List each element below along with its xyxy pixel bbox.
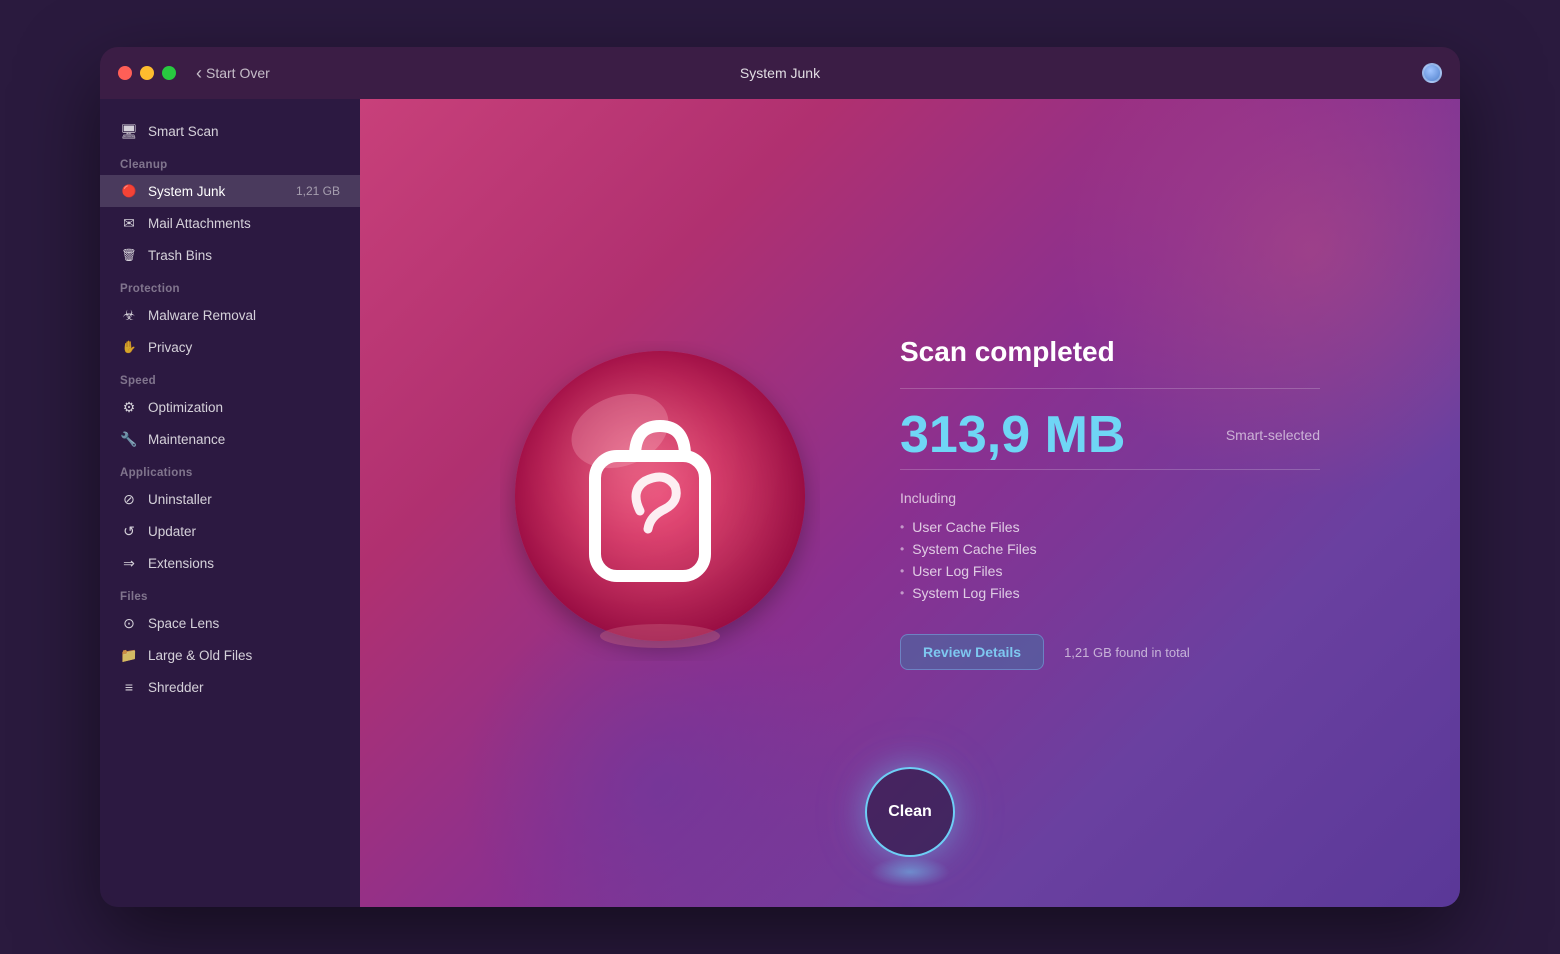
sidebar-item-privacy[interactable]: ✋ Privacy [100, 331, 360, 363]
sidebar-item-mail-attachments[interactable]: ✉ Mail Attachments [100, 207, 360, 239]
sidebar-item-maintenance[interactable]: 🔧 Maintenance [100, 423, 360, 455]
divider-1 [900, 388, 1320, 389]
sidebar-item-smart-scan[interactable]: 🖥 Smart Scan [100, 115, 360, 147]
sidebar-item-optimization[interactable]: ⚙ Optimization [100, 391, 360, 423]
sidebar-label-optimization: Optimization [148, 400, 223, 415]
smart-scan-icon: 🖥 [120, 122, 138, 140]
sidebar-item-uninstaller[interactable]: ⊘ Uninstaller [100, 483, 360, 515]
clean-button-wrap: Clean [865, 767, 955, 857]
content-area: 🖥 Smart Scan Cleanup 🔴 System Junk 1,21 … [100, 99, 1460, 907]
sidebar: 🖥 Smart Scan Cleanup 🔴 System Junk 1,21 … [100, 99, 360, 907]
app-icon-container [500, 341, 820, 666]
shredder-icon: ≡ [120, 678, 138, 696]
updater-icon: ↺ [120, 522, 138, 540]
sidebar-label-malware-removal: Malware Removal [148, 308, 256, 323]
sidebar-label-uninstaller: Uninstaller [148, 492, 212, 507]
section-files: Files [100, 579, 360, 607]
window-title: System Junk [740, 65, 820, 81]
sidebar-item-extensions[interactable]: ⇒ Extensions [100, 547, 360, 579]
system-junk-icon: 🔴 [120, 182, 138, 200]
sidebar-item-large-old-files[interactable]: 📁 Large & Old Files [100, 639, 360, 671]
sidebar-label-updater: Updater [148, 524, 196, 539]
main-layout: Scan completed 313,9 MB Smart-selected I… [360, 336, 1460, 670]
sidebar-label-privacy: Privacy [148, 340, 192, 355]
uninstaller-icon: ⊘ [120, 490, 138, 508]
space-lens-icon: ⊙ [120, 614, 138, 632]
size-value: 313,9 MB [900, 409, 1125, 461]
sidebar-label-mail-attachments: Mail Attachments [148, 216, 251, 231]
sidebar-label-large-old-files: Large & Old Files [148, 648, 252, 663]
sidebar-item-malware-removal[interactable]: ☣ Malware Removal [100, 299, 360, 331]
sidebar-label-extensions: Extensions [148, 556, 214, 571]
sidebar-item-trash-bins[interactable]: 🗑 Trash Bins [100, 239, 360, 271]
list-item: User Log Files [900, 560, 1320, 582]
clean-button-glow [870, 857, 950, 887]
back-button[interactable]: Start Over [196, 64, 270, 82]
found-total-label: 1,21 GB found in total [1064, 645, 1190, 660]
including-label: Including [900, 490, 1320, 506]
section-applications: Applications [100, 455, 360, 483]
smart-selected-label: Smart-selected [1226, 427, 1320, 443]
sidebar-item-space-lens[interactable]: ⊙ Space Lens [100, 607, 360, 639]
sidebar-label-space-lens: Space Lens [148, 616, 219, 631]
scan-completed-title: Scan completed [900, 336, 1320, 368]
system-junk-badge: 1,21 GB [296, 184, 340, 198]
info-panel: Scan completed 313,9 MB Smart-selected I… [900, 336, 1320, 670]
fullscreen-button[interactable] [162, 66, 176, 80]
optimization-icon: ⚙ [120, 398, 138, 416]
list-item: System Cache Files [900, 538, 1320, 560]
main-content: Scan completed 313,9 MB Smart-selected I… [360, 99, 1460, 907]
sidebar-label-smart-scan: Smart Scan [148, 124, 219, 139]
privacy-icon: ✋ [120, 338, 138, 356]
sidebar-item-updater[interactable]: ↺ Updater [100, 515, 360, 547]
actions-row: Review Details 1,21 GB found in total [900, 634, 1320, 670]
sidebar-item-system-junk[interactable]: 🔴 System Junk 1,21 GB [100, 175, 360, 207]
sidebar-item-shredder[interactable]: ≡ Shredder [100, 671, 360, 703]
sidebar-label-maintenance: Maintenance [148, 432, 225, 447]
list-item: System Log Files [900, 582, 1320, 604]
clean-button[interactable]: Clean [865, 767, 955, 857]
maintenance-icon: 🔧 [120, 430, 138, 448]
size-row: 313,9 MB Smart-selected [900, 409, 1320, 461]
section-cleanup: Cleanup [100, 147, 360, 175]
sidebar-label-shredder: Shredder [148, 680, 204, 695]
app-icon [500, 341, 820, 661]
close-button[interactable] [118, 66, 132, 80]
divider-2 [900, 469, 1320, 470]
minimize-button[interactable] [140, 66, 154, 80]
file-list: User Cache Files System Cache Files User… [900, 516, 1320, 604]
titlebar: Start Over System Junk [100, 47, 1460, 99]
trash-icon: 🗑 [120, 246, 138, 264]
large-files-icon: 📁 [120, 646, 138, 664]
list-item: User Cache Files [900, 516, 1320, 538]
mail-icon: ✉ [120, 214, 138, 232]
user-avatar[interactable] [1422, 63, 1442, 83]
sidebar-label-system-junk: System Junk [148, 184, 225, 199]
section-speed: Speed [100, 363, 360, 391]
app-window: Start Over System Junk 🖥 Smart Scan Clea… [100, 47, 1460, 907]
extensions-icon: ⇒ [120, 554, 138, 572]
traffic-lights [118, 66, 176, 80]
malware-icon: ☣ [120, 306, 138, 324]
sidebar-label-trash-bins: Trash Bins [148, 248, 212, 263]
review-details-button[interactable]: Review Details [900, 634, 1044, 670]
section-protection: Protection [100, 271, 360, 299]
